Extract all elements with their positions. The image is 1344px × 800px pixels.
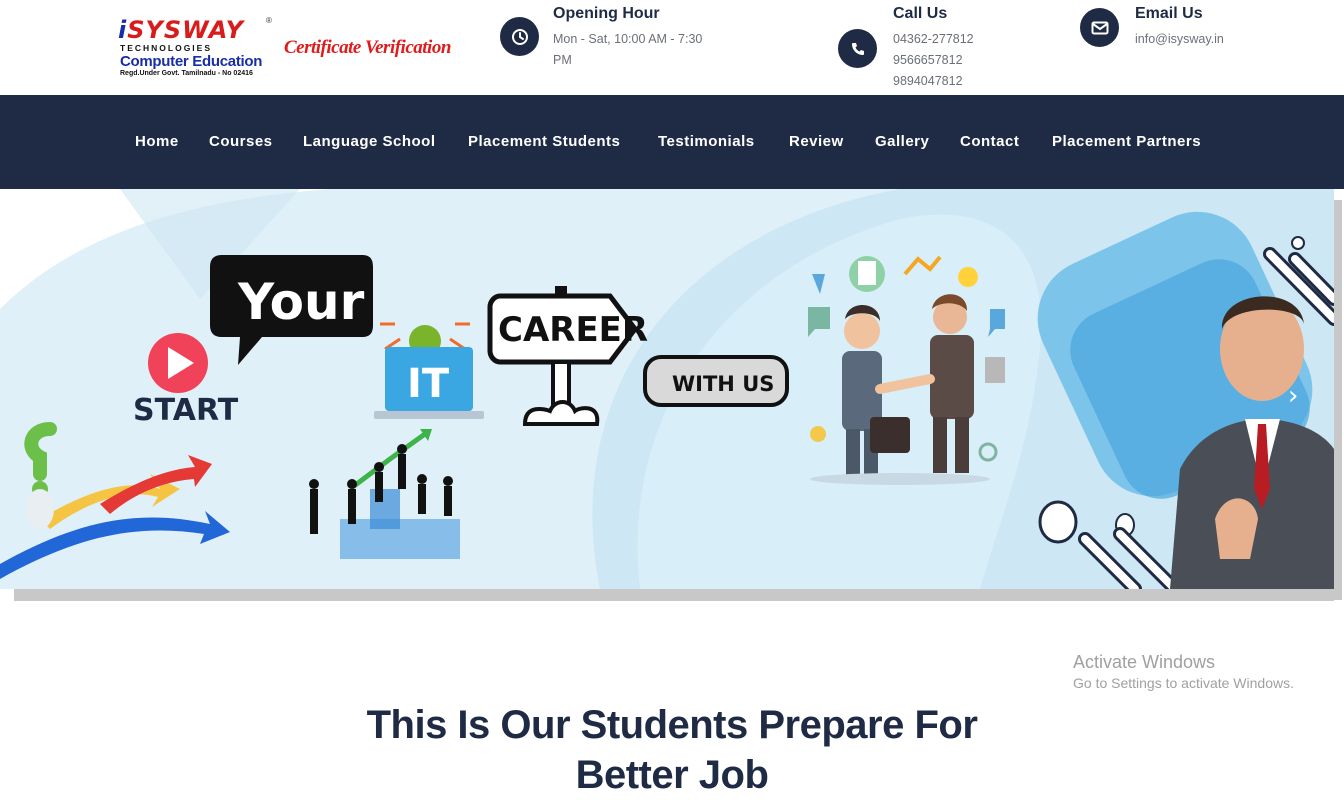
phone-icon <box>838 29 877 68</box>
hero-banner: › START Your IT CAREER WITH US <box>0 189 1334 589</box>
nav-home[interactable]: Home <box>135 133 179 150</box>
logo-brand: iSYSWAY <box>118 16 244 44</box>
start-label: START <box>133 393 239 428</box>
certificate-verification-link[interactable]: Certificate Verification <box>284 37 451 59</box>
hero-banner-art: › START Your IT CAREER WITH US <box>0 189 1334 589</box>
nav-testimonials[interactable]: Testimonials <box>658 133 755 150</box>
windows-activation-watermark: Activate Windows Go to Settings to activ… <box>1073 652 1294 691</box>
nav-contact[interactable]: Contact <box>960 133 1019 150</box>
slider-next-arrow[interactable]: › <box>1288 381 1298 411</box>
clock-icon <box>500 17 539 56</box>
opening-hour-line2: PM <box>553 53 572 67</box>
banner-shadow-right <box>1334 200 1342 600</box>
logo-subtitle: TECHNOLOGIES <box>120 43 213 53</box>
logo-registration: Regd.Under Govt. Tamilnadu - No 02416 <box>120 70 253 77</box>
envelope-icon <box>1080 8 1119 47</box>
career-label: CAREER <box>498 310 648 350</box>
phone-number-3[interactable]: 9894047812 <box>893 71 963 92</box>
nav-review[interactable]: Review <box>789 133 844 150</box>
logo-name: Computer Education <box>120 53 263 70</box>
windows-activation-title: Activate Windows <box>1073 652 1216 672</box>
top-header: iSYSWAY ® TECHNOLOGIES Computer Educatio… <box>0 0 1344 95</box>
phone-number-1[interactable]: 04362-277812 <box>893 29 974 50</box>
windows-activation-subtitle: Go to Settings to activate Windows. <box>1073 675 1294 691</box>
nav-gallery[interactable]: Gallery <box>875 133 929 150</box>
logo-registered-mark: ® <box>266 16 272 25</box>
your-label: Your <box>237 273 365 331</box>
call-us-title: Call Us <box>893 5 948 22</box>
main-navigation: Home Courses Language School Placement S… <box>0 95 1344 189</box>
nav-placement-students[interactable]: Placement Students <box>468 133 620 150</box>
opening-hour-title: Opening Hour <box>553 5 660 22</box>
nav-courses[interactable]: Courses <box>209 133 273 150</box>
it-label: IT <box>407 361 450 407</box>
email-us-title: Email Us <box>1135 5 1203 22</box>
nav-language-school[interactable]: Language School <box>303 133 436 150</box>
site-logo[interactable]: iSYSWAY ® TECHNOLOGIES Computer Educatio… <box>118 16 274 80</box>
section-heading-line1: This Is Our Students Prepare For <box>366 703 978 747</box>
phone-number-2[interactable]: 9566657812 <box>893 50 963 71</box>
nav-placement-partners[interactable]: Placement Partners <box>1052 133 1201 150</box>
with-us-label: WITH US <box>672 372 774 396</box>
opening-hour-line1: Mon - Sat, 10:00 AM - 7:30 <box>553 32 703 46</box>
banner-shadow <box>14 589 1334 601</box>
section-heading: This Is Our Students Prepare For Better … <box>0 700 1344 800</box>
section-heading-line2: Better Job <box>575 753 769 797</box>
email-address[interactable]: info@isysway.in <box>1135 29 1224 50</box>
